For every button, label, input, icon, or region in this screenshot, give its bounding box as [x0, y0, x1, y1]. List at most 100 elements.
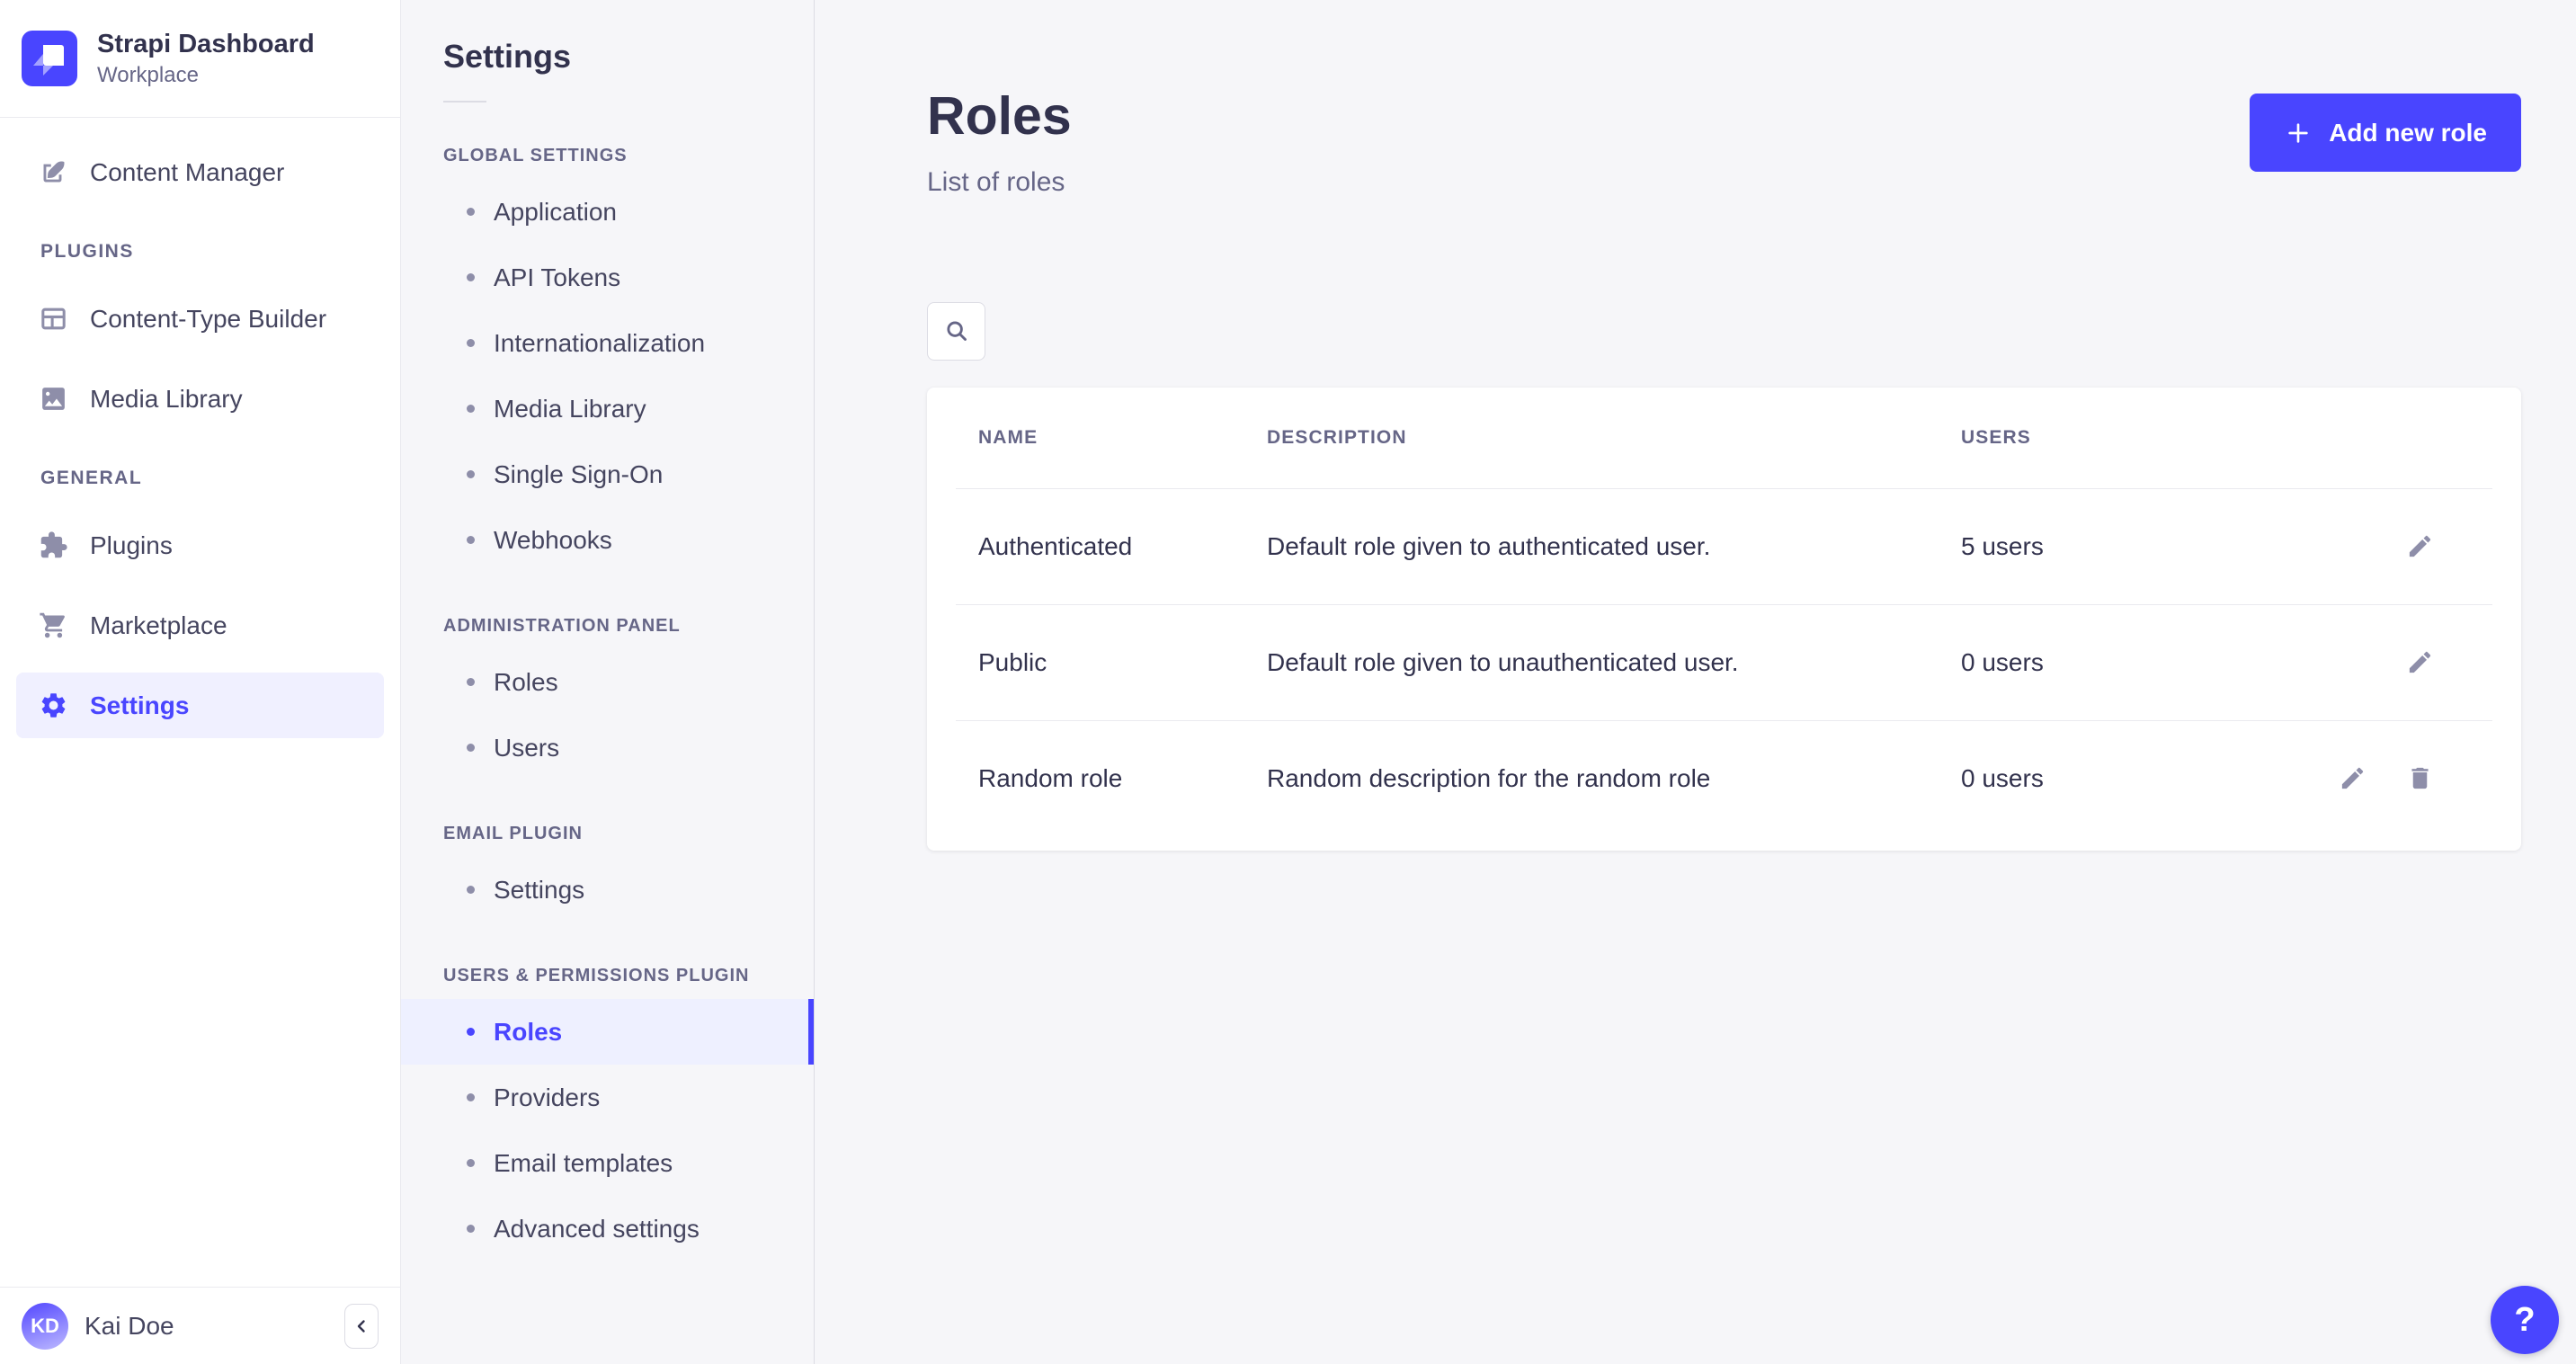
row-actions	[2299, 764, 2470, 792]
brand-text: Strapi Dashboard Workplace	[97, 29, 315, 88]
subnav-item-single-sign-on[interactable]: Single Sign-On	[401, 441, 814, 507]
subnav-item-label: Users	[494, 734, 559, 762]
sidebar-item-label: Settings	[90, 691, 189, 720]
content-manager-icon	[39, 157, 68, 187]
subnav-item-providers[interactable]: Providers	[401, 1065, 814, 1130]
column-header-description: DESCRIPTION	[1267, 427, 1961, 449]
table-row-authenticated[interactable]: Authenticated Default role given to auth…	[927, 489, 2521, 604]
sidebar-item-content-manager[interactable]: Content Manager	[16, 139, 384, 205]
page-header: Roles List of roles Add new role	[927, 0, 2521, 198]
subnav-section-email-plugin: EMAIL PLUGIN	[401, 824, 814, 844]
cell-users: 0 users	[1961, 648, 2299, 677]
sidebar-item-marketplace[interactable]: Marketplace	[16, 593, 384, 658]
pencil-icon	[2339, 764, 2367, 792]
brand-header[interactable]: Strapi Dashboard Workplace	[0, 0, 400, 118]
subnav-item-label: Webhooks	[494, 526, 612, 555]
add-new-role-button[interactable]: Add new role	[2250, 94, 2521, 172]
subnav-title: Settings	[401, 38, 814, 76]
subnav-item-media-library[interactable]: Media Library	[401, 376, 814, 441]
pencil-icon	[2406, 532, 2434, 560]
subnav-item-label: Application	[494, 198, 617, 227]
sidebar-item-label: Plugins	[90, 531, 173, 560]
table-header-row: NAME DESCRIPTION USERS	[927, 388, 2521, 488]
gear-icon	[39, 691, 68, 720]
sidebar-item-label: Marketplace	[90, 611, 227, 640]
page-header-text: Roles List of roles	[927, 86, 1072, 198]
subnav-item-label: Roles	[494, 1018, 562, 1047]
subnav-item-email-templates[interactable]: Email templates	[401, 1130, 814, 1196]
subnav-item-label: Advanced settings	[494, 1215, 700, 1244]
content-type-builder-icon	[39, 304, 68, 334]
workspace-title: Strapi Dashboard	[97, 29, 315, 60]
toolbar	[927, 302, 2521, 361]
collapse-sidebar-button[interactable]	[344, 1304, 379, 1349]
sidebar-nav: Content Manager PLUGINS Content-Type Bui…	[0, 118, 400, 1287]
search-icon	[943, 317, 970, 344]
subnav-item-label: Internationalization	[494, 329, 705, 358]
sidebar-item-content-type-builder[interactable]: Content-Type Builder	[16, 286, 384, 352]
roles-table: NAME DESCRIPTION USERS Authenticated Def…	[927, 388, 2521, 851]
plus-icon	[2284, 119, 2313, 147]
column-header-users: USERS	[1961, 427, 2299, 449]
edit-role-button[interactable]	[2406, 532, 2434, 560]
sidebar-section-general: GENERAL	[0, 468, 400, 489]
subnav-item-email-settings[interactable]: Settings	[401, 857, 814, 923]
bullet-icon	[467, 744, 475, 752]
bullet-icon	[467, 273, 475, 281]
cell-users: 0 users	[1961, 764, 2299, 793]
cell-name: Public	[978, 648, 1267, 677]
cell-description: Default role given to authenticated user…	[1267, 532, 1961, 561]
table-row-public[interactable]: Public Default role given to unauthentic…	[927, 605, 2521, 720]
subnav-item-webhooks[interactable]: Webhooks	[401, 507, 814, 573]
cell-name: Authenticated	[978, 532, 1267, 561]
subnav-item-up-roles[interactable]: Roles	[401, 999, 814, 1065]
column-header-name: NAME	[978, 427, 1267, 449]
pencil-icon	[2406, 648, 2434, 676]
subnav-item-api-tokens[interactable]: API Tokens	[401, 245, 814, 310]
edit-role-button[interactable]	[2339, 764, 2367, 792]
chevron-left-icon	[353, 1318, 370, 1334]
subnav-section-administration-panel: ADMINISTRATION PANEL	[401, 616, 814, 637]
settings-subnav: Settings GLOBAL SETTINGS Application API…	[401, 0, 815, 1364]
app-window: Strapi Dashboard Workplace Content Manag…	[0, 0, 2576, 1364]
subnav-item-admin-users[interactable]: Users	[401, 715, 814, 780]
help-button[interactable]: ?	[2491, 1286, 2559, 1354]
bullet-icon	[467, 886, 475, 894]
subnav-item-label: Media Library	[494, 395, 646, 423]
subnav-item-application[interactable]: Application	[401, 179, 814, 245]
sidebar-footer: KD Kai Doe	[0, 1287, 400, 1364]
bullet-icon	[467, 536, 475, 544]
user-name: Kai Doe	[85, 1312, 174, 1341]
bullet-icon	[467, 470, 475, 478]
trash-icon	[2406, 764, 2434, 792]
main-sidebar: Strapi Dashboard Workplace Content Manag…	[0, 0, 401, 1364]
cell-description: Random description for the random role	[1267, 764, 1961, 793]
puzzle-icon	[39, 530, 68, 560]
sidebar-item-plugins[interactable]: Plugins	[16, 513, 384, 578]
bullet-icon	[467, 339, 475, 347]
add-new-role-label: Add new role	[2329, 119, 2487, 147]
subnav-item-label: Roles	[494, 668, 558, 697]
bullet-icon	[467, 1028, 475, 1036]
subnav-section-users-permissions-plugin: USERS & PERMISSIONS PLUGIN	[401, 966, 814, 986]
cell-name: Random role	[978, 764, 1267, 793]
subnav-item-admin-roles[interactable]: Roles	[401, 649, 814, 715]
bullet-icon	[467, 678, 475, 686]
sidebar-item-settings[interactable]: Settings	[16, 673, 384, 738]
cell-description: Default role given to unauthenticated us…	[1267, 648, 1961, 677]
subnav-item-label: API Tokens	[494, 263, 620, 292]
bullet-icon	[467, 1093, 475, 1101]
sidebar-item-label: Content-Type Builder	[90, 305, 326, 334]
sidebar-item-media-library[interactable]: Media Library	[16, 366, 384, 432]
table-row-random-role[interactable]: Random role Random description for the r…	[927, 721, 2521, 836]
content-area: Roles List of roles Add new role NAME DE…	[815, 0, 2576, 1364]
avatar: KD	[22, 1303, 68, 1350]
cart-icon	[39, 611, 68, 640]
subnav-item-advanced-settings[interactable]: Advanced settings	[401, 1196, 814, 1261]
bullet-icon	[467, 405, 475, 413]
subnav-item-internationalization[interactable]: Internationalization	[401, 310, 814, 376]
page-title: Roles	[927, 86, 1072, 147]
delete-role-button[interactable]	[2406, 764, 2434, 792]
search-button[interactable]	[927, 302, 985, 361]
edit-role-button[interactable]	[2406, 648, 2434, 676]
